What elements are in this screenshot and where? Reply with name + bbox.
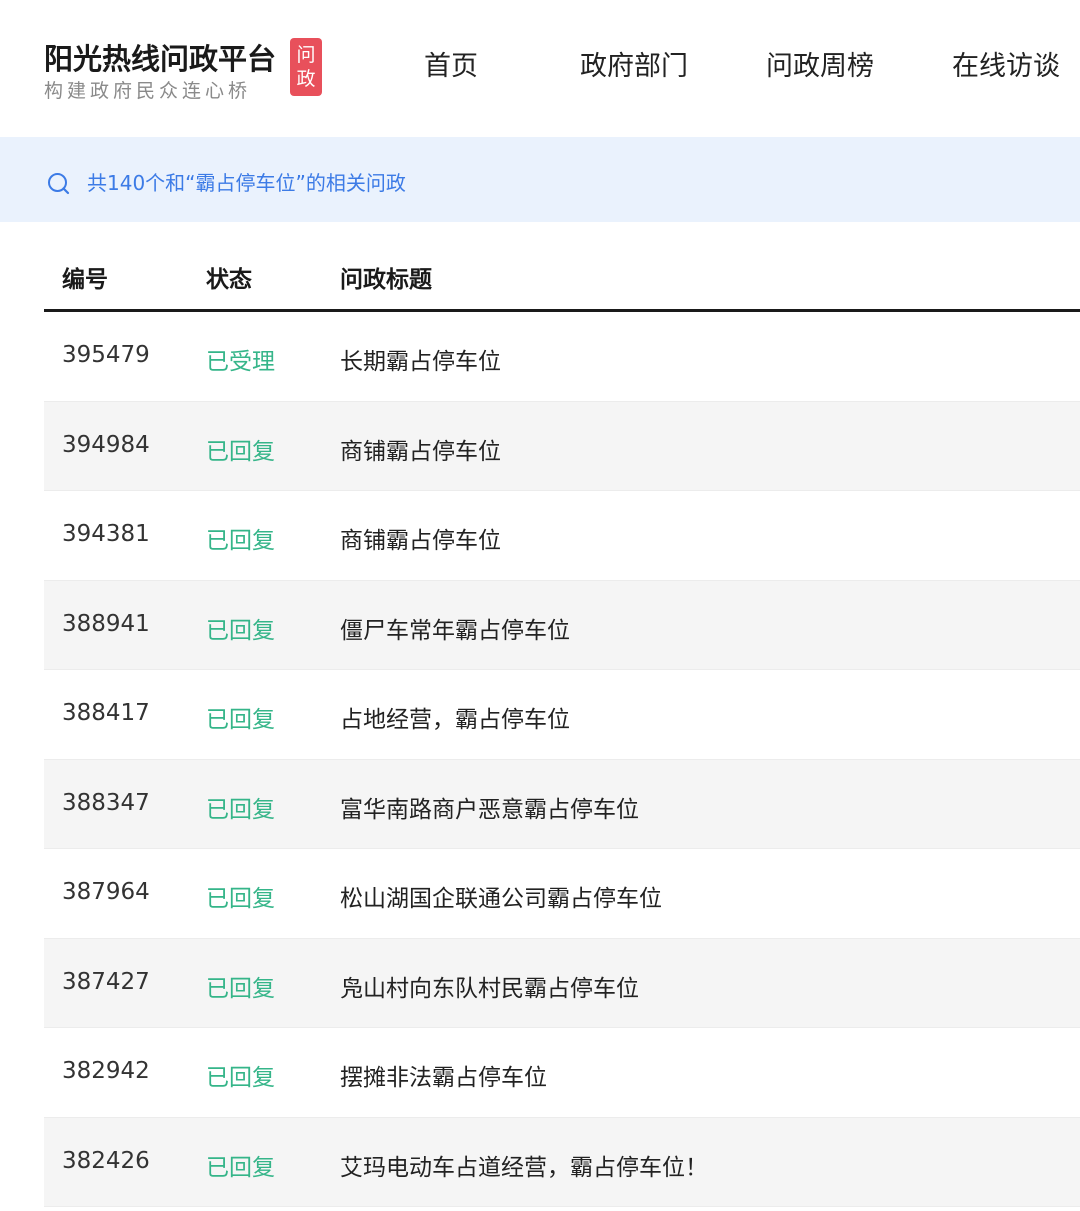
row-title-link[interactable]: 富华南路商户恶意霸占停车位 — [340, 790, 639, 824]
table-row[interactable]: 382426 已回复 艾玛电动车占道经营，霸占停车位！ — [44, 1117, 1080, 1207]
table-row[interactable]: 387427 已回复 凫山村向东队村民霸占停车位 — [44, 938, 1080, 1028]
nav-online-interview[interactable]: 在线访谈 — [952, 44, 1060, 83]
table-row[interactable]: 382942 已回复 摆摊非法霸占停车位 — [44, 1028, 1080, 1118]
row-title-link[interactable]: 摆摊非法霸占停车位 — [340, 1058, 547, 1092]
row-status: 已受理 — [206, 349, 275, 375]
table-row[interactable]: 388347 已回复 富华南路商户恶意霸占停车位 — [44, 759, 1080, 849]
header-id: 编号 — [62, 267, 108, 293]
row-title-link[interactable]: 松山湖国企联通公司霸占停车位 — [340, 879, 662, 913]
row-status: 已回复 — [206, 886, 275, 912]
row-id: 387427 — [62, 968, 150, 995]
header: 阳光热线问政平台 构建政府民众连心桥 问 政 首页 政府部门 问政周榜 在线访谈 — [0, 0, 1080, 136]
search-icon — [48, 173, 70, 195]
row-status: 已回复 — [206, 617, 275, 644]
nav-home[interactable]: 首页 — [424, 44, 478, 83]
table-row[interactable]: 394381 已回复 商铺霸占停车位 — [44, 491, 1080, 581]
row-status: 已回复 — [206, 528, 275, 554]
nav-weekly-ranking[interactable]: 问政周榜 — [766, 44, 874, 83]
row-title-link[interactable]: 商铺霸占停车位 — [340, 521, 501, 555]
search-result-count: 共140个和“霸占停车位”的相关问政 — [87, 171, 406, 195]
row-status: 已回复 — [206, 1065, 275, 1091]
row-status: 已回复 — [206, 707, 275, 733]
table-row[interactable]: 387964 已回复 松山湖国企联通公司霸占停车位 — [44, 849, 1080, 939]
main-nav: 首页 政府部门 问政周榜 在线访谈 — [0, 44, 1080, 84]
table-row[interactable]: 394984 已回复 商铺霸占停车位 — [44, 401, 1080, 491]
row-id: 394984 — [62, 431, 150, 458]
row-status: 已回复 — [206, 796, 275, 823]
row-status: 已回复 — [206, 438, 275, 465]
table-row[interactable]: 388417 已回复 占地经营，霸占停车位 — [44, 670, 1080, 760]
table-body: 395479 已受理 长期霸占停车位 394984 已回复 商铺霸占停车位 394381 已回… — [44, 312, 1080, 1207]
row-id: 388941 — [62, 610, 150, 637]
table-row[interactable]: 395479 已受理 长期霸占停车位 — [44, 312, 1080, 402]
row-status: 已回复 — [206, 975, 275, 1002]
table-header: 编号 状态 问政标题 — [44, 222, 1080, 312]
search-result-bar: 共140个和“霸占停车位”的相关问政 — [0, 137, 1080, 222]
row-status: 已回复 — [206, 1154, 275, 1181]
nav-departments[interactable]: 政府部门 — [580, 44, 688, 83]
row-title-link[interactable]: 商铺霸占停车位 — [340, 432, 501, 466]
row-title-link[interactable]: 长期霸占停车位 — [340, 342, 501, 376]
row-id: 382942 — [62, 1058, 150, 1084]
results-table: 编号 状态 问政标题 395479 已受理 长期霸占停车位 394984 已回复 商铺霸占… — [44, 222, 1080, 1207]
row-id: 394381 — [62, 521, 150, 547]
header-title: 问政标题 — [340, 267, 432, 293]
header-status: 状态 — [206, 267, 252, 293]
row-id: 382426 — [62, 1147, 150, 1174]
row-title-link[interactable]: 艾玛电动车占道经营，霸占停车位！ — [340, 1148, 708, 1182]
row-title-link[interactable]: 占地经营，霸占停车位 — [340, 700, 570, 734]
row-id: 387964 — [62, 879, 150, 905]
row-id: 388417 — [62, 700, 150, 726]
row-id: 395479 — [62, 342, 150, 368]
row-title-link[interactable]: 僵尸车常年霸占停车位 — [340, 611, 570, 645]
row-id: 388347 — [62, 789, 150, 816]
table-row[interactable]: 388941 已回复 僵尸车常年霸占停车位 — [44, 580, 1080, 670]
row-title-link[interactable]: 凫山村向东队村民霸占停车位 — [340, 969, 639, 1003]
